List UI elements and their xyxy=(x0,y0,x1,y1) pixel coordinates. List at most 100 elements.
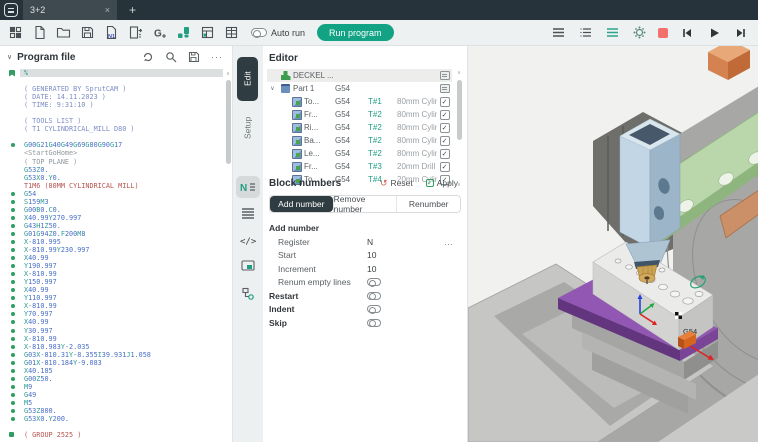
code-line[interactable]: G49 xyxy=(0,391,223,399)
code-line[interactable]: Y150.997 xyxy=(0,278,223,286)
list-tool-icon[interactable] xyxy=(236,202,260,224)
form-value[interactable]: N xyxy=(367,237,373,247)
open-folder-icon[interactable] xyxy=(55,24,72,41)
code-line[interactable]: G43H1Z50. xyxy=(0,222,223,230)
code-line[interactable]: G00B0.C0. xyxy=(0,206,223,214)
code-line[interactable]: X-810.99 xyxy=(0,270,223,278)
tree-row[interactable]: To...G54T#180mm Cylindrical ...✓ xyxy=(267,95,452,108)
code-line[interactable]: X40.99 xyxy=(0,286,223,294)
calculator-icon[interactable] xyxy=(199,24,216,41)
code-line[interactable] xyxy=(0,77,223,85)
numbered-list-icon[interactable] xyxy=(577,24,594,41)
tree-row[interactable]: Fr...G54T#280mm Cylindrical ...✓ xyxy=(267,108,452,121)
code-line[interactable]: ( TIME: 9:31:10 ) xyxy=(0,101,223,109)
code-line[interactable]: G53Z800. xyxy=(0,407,223,415)
reset-button[interactable]: ↺ Reset xyxy=(380,178,413,188)
code-line[interactable]: X40.99 xyxy=(0,254,223,262)
code-line[interactable]: M5 xyxy=(0,399,223,407)
enabled-checkbox[interactable]: ✓ xyxy=(440,136,450,146)
tab-add-number[interactable]: Add number xyxy=(270,196,333,212)
code-line[interactable]: T1M6 (80MM CYLINDRICAL MILL) xyxy=(0,182,223,190)
vertical-tab-setup[interactable]: Setup xyxy=(237,109,258,147)
code-line[interactable]: ( TOOLS LIST ) xyxy=(0,117,223,125)
apply-button[interactable]: ✓ Apply xyxy=(426,178,458,188)
auto-run-toggle[interactable]: Auto run xyxy=(251,28,305,38)
tree-row[interactable]: Ba...G54T#280mm Cylindrical ...✓ xyxy=(267,134,452,147)
form-value[interactable]: 10 xyxy=(367,264,376,274)
code-line[interactable]: S159M3 xyxy=(0,198,223,206)
code-line[interactable]: G53Z0. xyxy=(0,166,223,174)
display-icon[interactable] xyxy=(440,84,450,93)
vertical-tab-edit[interactable]: Edit xyxy=(237,57,258,101)
collapse-chevron-icon[interactable]: ∨ xyxy=(7,53,12,61)
code-line[interactable]: X40.99Y270.997 xyxy=(0,214,223,222)
regenerate-icon[interactable] xyxy=(142,51,154,63)
code-line[interactable]: G54 xyxy=(0,190,223,198)
play-icon[interactable] xyxy=(705,24,722,41)
run-program-button[interactable]: Run program xyxy=(317,24,394,41)
code-line[interactable]: Y70.997 xyxy=(0,310,223,318)
code-line[interactable]: ( TOP PLANE ) xyxy=(0,158,223,166)
code-line[interactable]: ( DATE: 14.11.2023 ) xyxy=(0,93,223,101)
tree-scroll-thumb[interactable] xyxy=(457,80,462,140)
code-line[interactable]: X-810.99 xyxy=(0,335,223,343)
more-menu-icon[interactable]: ··· xyxy=(211,52,223,62)
new-tab-button[interactable]: + xyxy=(129,3,136,17)
postprocessor-icon[interactable] xyxy=(175,24,192,41)
code-line[interactable]: G00Z50. xyxy=(0,375,223,383)
code-line[interactable]: G01G94Z0.F200M8 xyxy=(0,230,223,238)
toggle-off-icon[interactable] xyxy=(367,292,381,300)
tree-row[interactable]: ∨Part 1G54 xyxy=(267,82,452,95)
code-line[interactable]: G53X0.Y200. xyxy=(0,415,223,423)
save-program-icon[interactable] xyxy=(188,51,200,63)
enabled-checkbox[interactable]: ✓ xyxy=(440,97,450,107)
structure-tool-icon[interactable] xyxy=(236,283,260,305)
code-line[interactable]: G03X-810.31Y-8.355I39.931J1.058 xyxy=(0,351,223,359)
enabled-checkbox[interactable]: ✓ xyxy=(440,110,450,120)
code-line[interactable]: M9 xyxy=(0,383,223,391)
code-line[interactable]: G00G21G40G49G69G80G90G17 xyxy=(0,141,223,149)
save-icon[interactable] xyxy=(79,24,96,41)
enabled-checkbox[interactable]: ✓ xyxy=(440,123,450,133)
code-line[interactable] xyxy=(0,133,223,141)
tab-remove-number[interactable]: Remove number xyxy=(333,196,397,212)
new-file-icon[interactable] xyxy=(31,24,48,41)
tree-chevron-icon[interactable]: ∨ xyxy=(267,85,278,92)
gcode-icon[interactable]: G xyxy=(151,24,168,41)
settings-gear-icon[interactable] xyxy=(631,24,648,41)
code-line[interactable]: ( T1 CYLINDRICAL_MILL D80 ) xyxy=(0,125,223,133)
code-tool-icon[interactable]: </> xyxy=(236,229,260,251)
code-line[interactable]: X40.185 xyxy=(0,367,223,375)
close-tab-icon[interactable]: × xyxy=(105,5,110,15)
code-line[interactable]: X40.99 xyxy=(0,318,223,326)
code-line[interactable] xyxy=(0,423,223,431)
toggle-off-icon[interactable] xyxy=(367,278,381,286)
code-line[interactable]: ( GENERATED BY SprutCAM ) xyxy=(0,85,223,93)
scroll-up-icon[interactable]: ∧ xyxy=(225,71,231,77)
code-line[interactable]: X-810.99 xyxy=(0,302,223,310)
code-line[interactable]: G53X0.Y0. xyxy=(0,174,223,182)
step-forward-icon[interactable] xyxy=(732,24,749,41)
machine-3d-viewport[interactable]: G54 xyxy=(467,46,758,442)
tree-scrollbar[interactable]: ∧ ∨ xyxy=(456,70,463,188)
step-back-icon[interactable] xyxy=(678,24,695,41)
simulation-view-icon[interactable] xyxy=(236,255,260,277)
tree-row[interactable]: Le...G54T#280mm Cylindrical ...✓ xyxy=(267,147,452,160)
program-scrollbar[interactable]: ∧ xyxy=(225,71,231,439)
toggle-off-icon[interactable] xyxy=(367,305,381,313)
block-numbers-tool-icon[interactable]: N xyxy=(236,176,260,198)
display-icon[interactable] xyxy=(440,71,450,80)
table-icon[interactable] xyxy=(223,24,240,41)
code-line[interactable]: Y190.997 xyxy=(0,262,223,270)
tree-row[interactable]: Fr...G54T#320mm Drill✓ xyxy=(267,160,452,173)
export-file-icon[interactable] xyxy=(127,24,144,41)
code-line[interactable]: X-810.995 xyxy=(0,238,223,246)
scrollbar-thumb[interactable] xyxy=(226,80,231,164)
tree-row[interactable]: DECKEL ... xyxy=(267,69,452,82)
form-value[interactable]: 10 xyxy=(367,250,376,260)
code-line[interactable]: X-810.983Y-2.035 xyxy=(0,343,223,351)
stop-icon[interactable] xyxy=(658,28,668,38)
enabled-checkbox[interactable]: ✓ xyxy=(440,162,450,172)
search-icon[interactable] xyxy=(165,51,177,63)
code-line[interactable]: X-810.99Y230.997 xyxy=(0,246,223,254)
